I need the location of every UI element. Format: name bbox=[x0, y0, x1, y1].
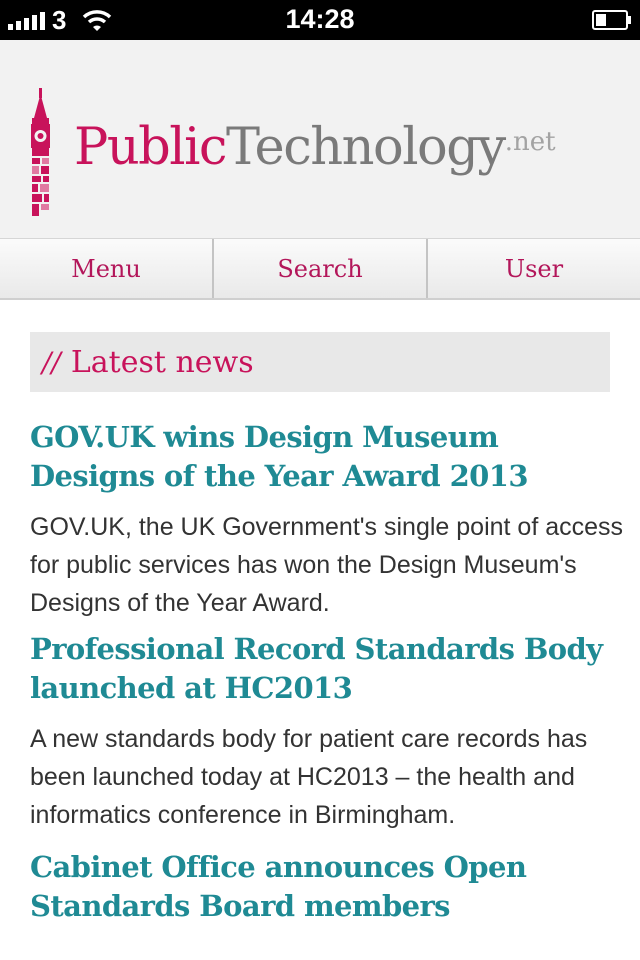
big-ben-icon bbox=[31, 88, 50, 216]
article-item: Cabinet Office announces Open Standards … bbox=[30, 848, 630, 926]
nav-user-button[interactable]: User bbox=[428, 239, 640, 298]
section-title: Latest news bbox=[70, 344, 254, 380]
article-title-link[interactable]: Cabinet Office announces Open Standards … bbox=[30, 848, 630, 926]
article-item: Professional Record Standards Body launc… bbox=[30, 630, 630, 834]
article-title-link[interactable]: GOV.UK wins Design Museum Designs of the… bbox=[30, 418, 630, 496]
clock: 14:28 bbox=[285, 4, 355, 34]
section-heading: // Latest news bbox=[30, 332, 610, 392]
section-slashes: // bbox=[42, 345, 61, 379]
logo-secondary: Technology bbox=[226, 118, 506, 177]
logo-suffix: .net bbox=[504, 127, 556, 157]
article-item: GOV.UK wins Design Museum Designs of the… bbox=[30, 418, 630, 622]
site-header: PublicTechnology.net bbox=[0, 40, 640, 238]
battery-icon bbox=[592, 10, 631, 30]
site-logo[interactable]: PublicTechnology.net bbox=[74, 112, 556, 178]
main-nav: Menu Search User bbox=[0, 238, 640, 300]
nav-menu-button[interactable]: Menu bbox=[0, 239, 214, 298]
status-bar: 3 14:28 bbox=[0, 0, 640, 40]
nav-search-button[interactable]: Search bbox=[214, 239, 428, 298]
article-list: GOV.UK wins Design Museum Designs of the… bbox=[30, 418, 630, 938]
article-title-link[interactable]: Professional Record Standards Body launc… bbox=[30, 630, 630, 708]
logo-primary: Public bbox=[74, 118, 228, 177]
article-summary: A new standards body for patient care re… bbox=[30, 725, 588, 829]
article-summary: GOV.UK, the UK Government's single point… bbox=[30, 513, 624, 617]
